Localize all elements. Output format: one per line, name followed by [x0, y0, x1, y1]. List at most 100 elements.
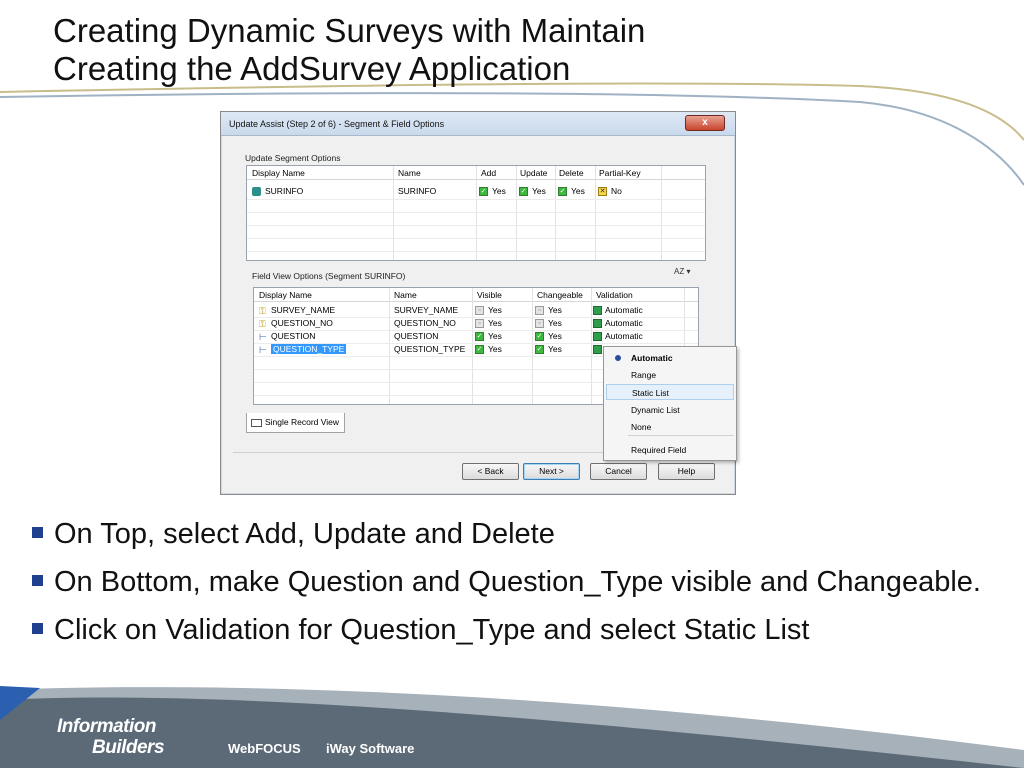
menu-separator — [628, 435, 734, 436]
partial-key-value: No — [611, 186, 622, 196]
partial-key-checkbox[interactable]: ✕ — [598, 187, 607, 197]
visible-checkbox[interactable]: ✓ — [475, 332, 484, 342]
field-grid-header: Display Name Name Visible Changeable Val… — [254, 288, 698, 302]
validation-icon[interactable] — [593, 319, 602, 329]
sort-label: AZ — [674, 267, 685, 276]
col-update[interactable]: Update — [520, 167, 547, 179]
field-name: QUESTION — [394, 331, 439, 341]
title-line-1: Creating Dynamic Surveys with Maintain — [53, 12, 646, 49]
bullet-text: Click on Validation for Question_Type an… — [54, 614, 810, 646]
menu-item-dynamic-list[interactable]: Dynamic List — [606, 402, 734, 418]
changeable-value: Yes — [548, 331, 562, 341]
delete-value: Yes — [571, 186, 585, 196]
validation-value: Automatic — [605, 318, 643, 328]
footer-link-webfocus[interactable]: WebFOCUS — [228, 741, 301, 756]
footer-link-iway[interactable]: iWay Software — [326, 741, 414, 756]
segment-display-name: SURINFO — [265, 186, 304, 196]
changeable-checkbox[interactable]: ▫ — [535, 306, 544, 316]
field-display-name: SURVEY_NAME — [271, 305, 336, 315]
validation-value: Automatic — [605, 331, 643, 341]
col-visible[interactable]: Visible — [477, 289, 502, 301]
field-icon: ⊢ — [259, 344, 267, 355]
visible-value: Yes — [488, 344, 502, 354]
logo-text-line1: Information — [57, 716, 157, 737]
validation-icon[interactable] — [593, 306, 602, 316]
visible-value: Yes — [488, 318, 502, 328]
validation-value: Automatic — [605, 305, 643, 315]
col-field-name[interactable]: Name — [394, 289, 417, 301]
bullet-item: On Top, select Add, Update and Delete — [30, 514, 990, 555]
changeable-value: Yes — [548, 305, 562, 315]
logo-text-line2: Builders — [92, 737, 165, 758]
sort-az-icon[interactable]: AZ ▾ — [674, 267, 704, 281]
tab-label: Single Record View — [265, 417, 340, 427]
col-display-name[interactable]: Display Name — [252, 167, 305, 179]
help-button[interactable]: Help — [658, 463, 715, 480]
next-button[interactable]: Next > — [523, 463, 580, 480]
segment-name: SURINFO — [398, 186, 437, 196]
visible-checkbox[interactable]: ▫ — [475, 306, 484, 316]
visible-value: Yes — [488, 305, 502, 315]
menu-item-automatic[interactable]: Automatic — [606, 350, 734, 366]
changeable-checkbox[interactable]: ▫ — [535, 319, 544, 329]
field-group-label: Field View Options (Segment SURINFO) — [252, 271, 406, 281]
field-name: SURVEY_NAME — [394, 305, 459, 315]
segment-grid: Display Name Name Add Update Delete Part… — [246, 165, 706, 261]
col-partial-key[interactable]: Partial-Key — [599, 167, 641, 179]
update-value: Yes — [532, 186, 546, 196]
delete-checkbox[interactable]: ✓ — [558, 187, 567, 197]
field-name: QUESTION_NO — [394, 318, 456, 328]
field-icon: ⊢ — [259, 331, 267, 342]
update-checkbox[interactable]: ✓ — [519, 187, 528, 197]
key-icon: ⚿ — [259, 318, 266, 329]
segment-icon — [252, 187, 261, 197]
col-add[interactable]: Add — [481, 167, 496, 179]
menu-item-required-field[interactable]: Required Field — [606, 442, 734, 458]
slide-title: Creating Dynamic Surveys with Maintain C… — [53, 12, 953, 88]
bullet-item: Click on Validation for Question_Type an… — [30, 610, 990, 651]
dialog-title: Update Assist (Step 2 of 6) - Segment & … — [229, 119, 445, 129]
changeable-value: Yes — [548, 318, 562, 328]
validation-icon[interactable] — [593, 345, 602, 355]
menu-item-range[interactable]: Range — [606, 367, 734, 383]
radio-bullet-icon — [615, 355, 621, 361]
add-value: Yes — [492, 186, 506, 196]
changeable-checkbox[interactable]: ✓ — [535, 332, 544, 342]
visible-checkbox[interactable]: ▫ — [475, 319, 484, 329]
col-delete[interactable]: Delete — [559, 167, 584, 179]
visible-value: Yes — [488, 331, 502, 341]
field-display-name-selected: QUESTION_TYPE — [271, 344, 347, 354]
field-display-name: QUESTION_NO — [271, 318, 333, 328]
bullet-square-icon — [32, 623, 43, 634]
col-name[interactable]: Name — [398, 167, 421, 179]
menu-item-static-list[interactable]: Static List — [606, 384, 734, 400]
bullet-item: On Bottom, make Question and Question_Ty… — [30, 562, 990, 603]
bullet-text: On Bottom, make Question and Question_Ty… — [54, 566, 981, 598]
changeable-checkbox[interactable]: ✓ — [535, 345, 544, 355]
bullet-square-icon — [32, 527, 43, 538]
bullet-list: On Top, select Add, Update and Delete On… — [30, 514, 990, 658]
bullet-square-icon — [32, 575, 43, 586]
segment-group-label: Update Segment Options — [245, 153, 341, 163]
menu-item-none[interactable]: None — [606, 419, 734, 435]
add-checkbox[interactable]: ✓ — [479, 187, 488, 197]
key-icon: ⚿ — [259, 305, 266, 316]
cancel-button[interactable]: Cancel — [590, 463, 647, 480]
col-field-display-name[interactable]: Display Name — [259, 289, 312, 301]
validation-icon[interactable] — [593, 332, 602, 342]
field-display-name: QUESTION — [271, 331, 316, 341]
col-validation[interactable]: Validation — [596, 289, 633, 301]
dialog-titlebar: Update Assist (Step 2 of 6) - Segment & … — [221, 112, 735, 136]
menu-item-label: Automatic — [631, 353, 673, 363]
validation-context-menu: Automatic Range Static List Dynamic List… — [603, 346, 737, 461]
back-button[interactable]: < Back — [462, 463, 519, 480]
close-button[interactable]: x — [685, 115, 725, 131]
col-changeable[interactable]: Changeable — [537, 289, 583, 301]
form-icon — [251, 418, 262, 427]
bullet-text: On Top, select Add, Update and Delete — [54, 518, 555, 550]
title-line-2: Creating the AddSurvey Application — [53, 50, 571, 87]
visible-checkbox[interactable]: ✓ — [475, 345, 484, 355]
changeable-value: Yes — [548, 344, 562, 354]
tab-single-record-view[interactable]: Single Record View — [246, 413, 345, 433]
field-group-header: Field View Options (Segment SURINFO) — [249, 270, 705, 283]
